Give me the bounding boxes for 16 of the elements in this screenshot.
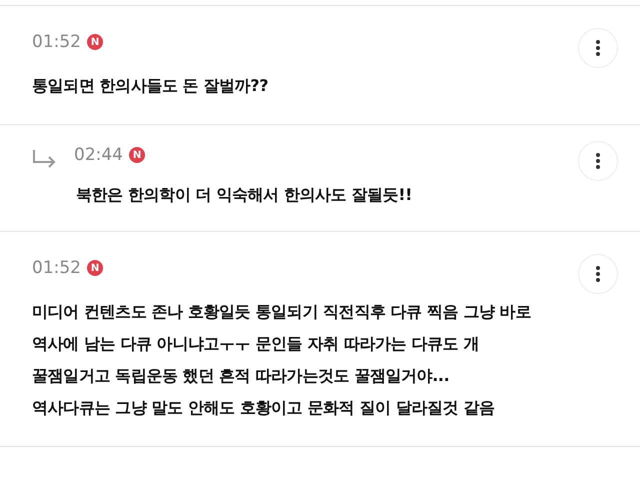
comment-text: 미디어 컨텐츠도 존나 호황일듯 통일되기 직전직후 다큐 찍음 그냥 바로 역사에 남는 다큐 아니냐고ㅜㅜ 문인들 자취 따라가는 다큐도 개 꿀잼일거고 독립운동 했던 흔적 따라가는것도 꿀잼일거야... 역사다큐는 그냥 말도 안해도 호황이고 문화적 질이 달라질것 같음 [32,301,532,419]
comment-time: 02:44 [74,145,123,165]
comment-time: 01:52 [32,32,81,52]
more-options-button[interactable] [578,141,618,181]
more-options-button[interactable] [578,28,618,68]
new-badge: N [87,34,103,50]
new-badge: N [129,147,145,163]
reply-arrow-icon [32,149,58,169]
more-options-button[interactable] [578,254,618,294]
more-icon [596,40,600,56]
more-icon [596,266,600,282]
comment-text: 통일되면 한의사들도 돈 잘벌까?? [32,75,270,97]
comment-time: 01:52 [32,258,81,278]
more-icon [596,153,600,169]
new-badge: N [87,260,103,276]
comment-text: 북한은 한의학이 더 익숙해서 한의사도 잘될듯!! [76,184,414,206]
